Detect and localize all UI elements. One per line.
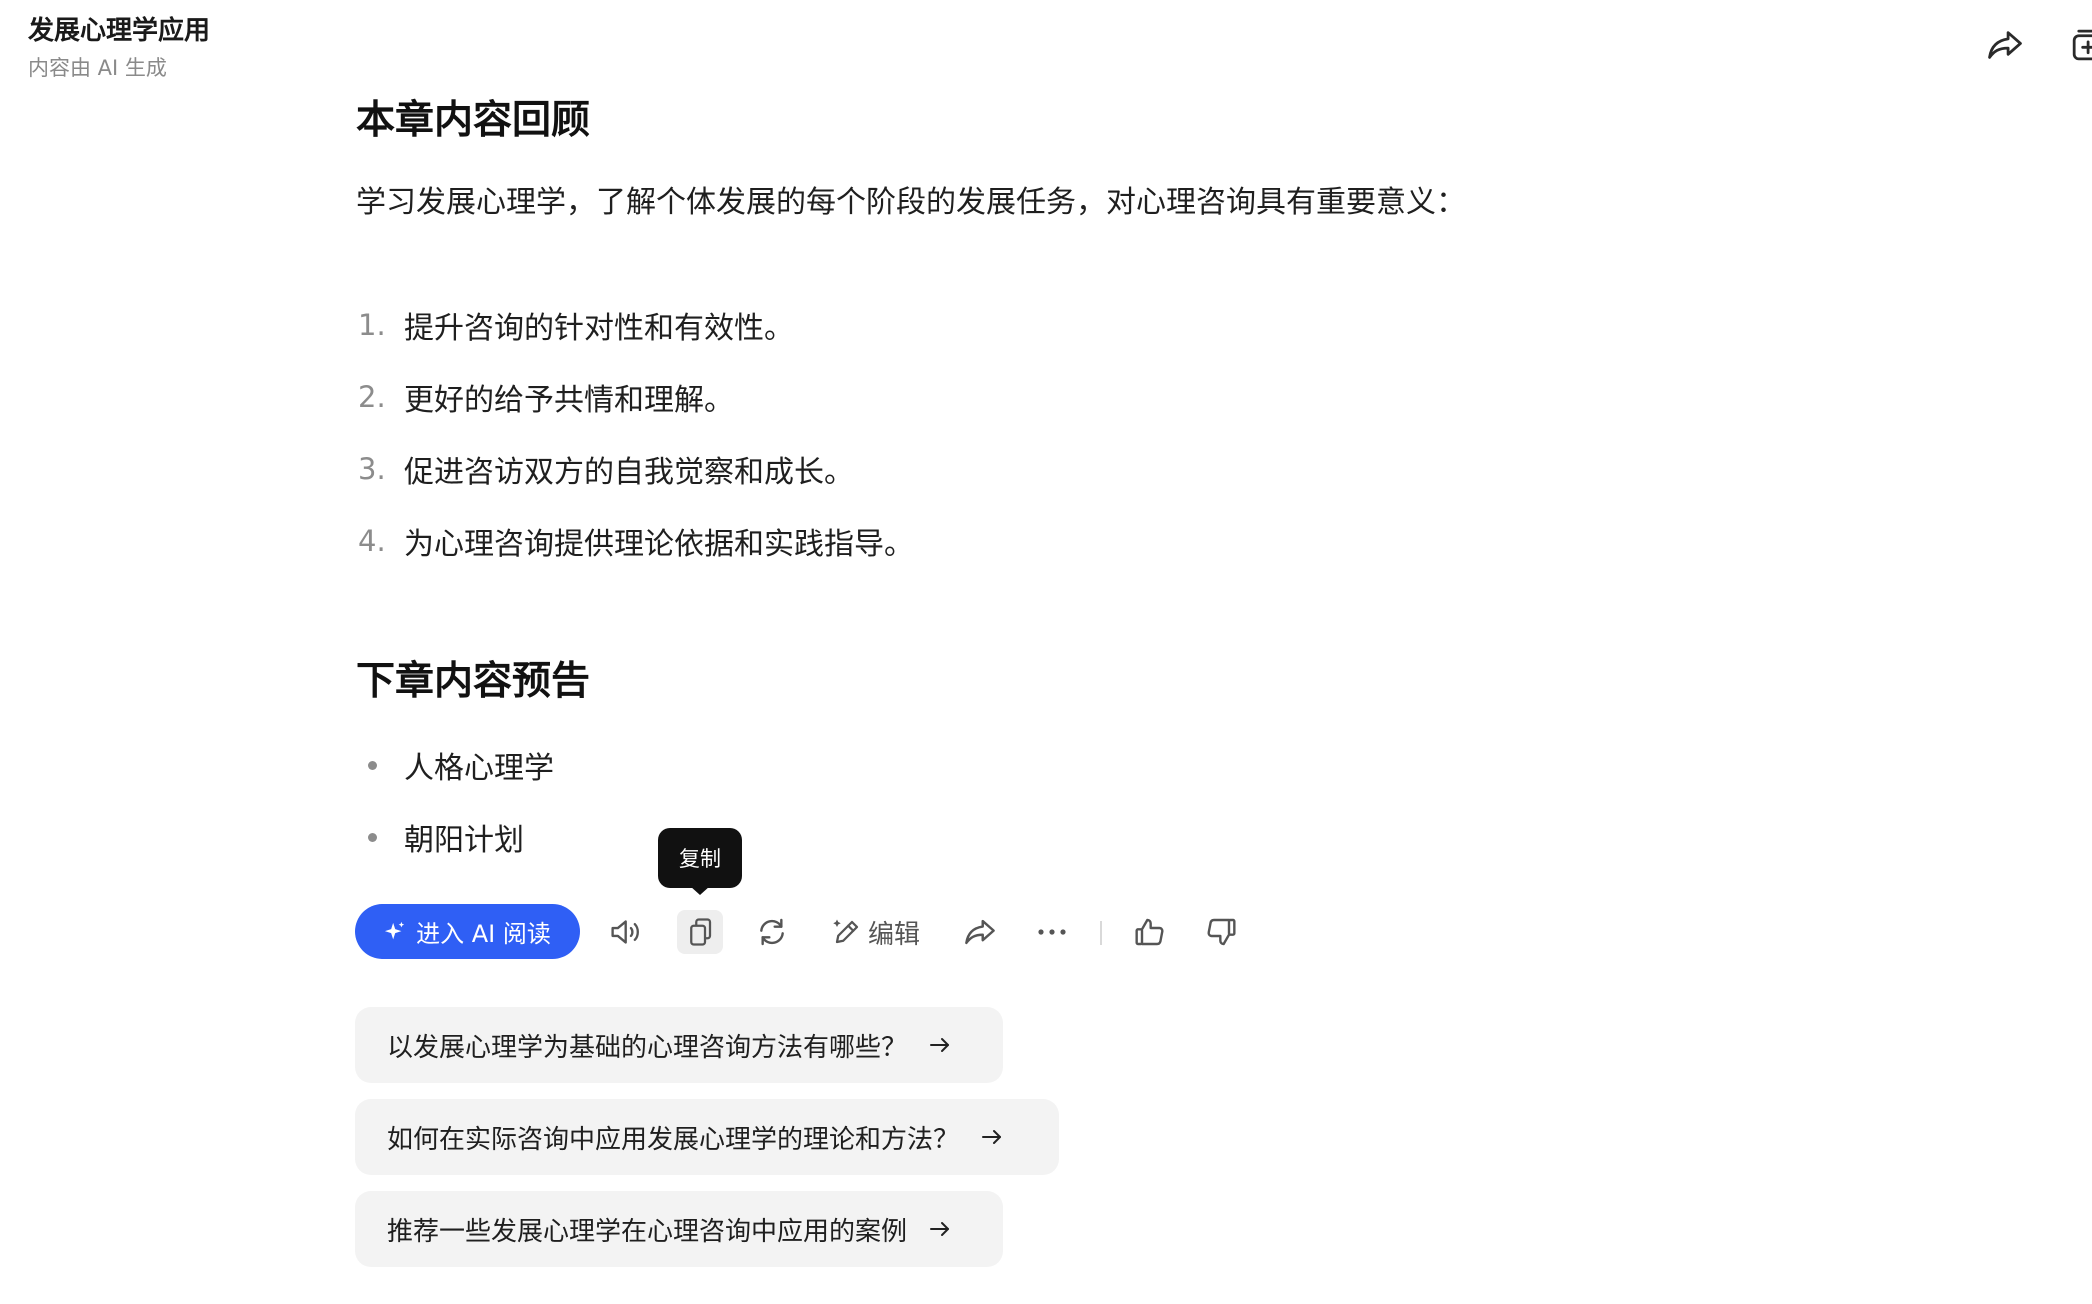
arrow-right-icon	[981, 1128, 1003, 1146]
chat-page: 发展心理学应用 内容由 AI 生成 本章内容回顾 学习发展心理学，了解个体发展的…	[0, 0, 2092, 1304]
copy-button[interactable]	[677, 910, 723, 954]
thumbs-down-icon	[1205, 916, 1237, 948]
list-number: 1.	[358, 308, 386, 342]
top-new-chat-button[interactable]	[2062, 24, 2092, 66]
suggestion-chip[interactable]: 推荐一些发展心理学在心理咨询中应用的案例	[355, 1191, 1003, 1267]
bullet-list-item: 朝阳计划	[356, 817, 524, 858]
list-number: 3.	[358, 452, 386, 486]
ordered-list-item: 3. 促进咨访双方的自我觉察和成长。	[356, 449, 854, 490]
arrow-right-icon	[929, 1036, 951, 1054]
refresh-icon	[756, 917, 788, 947]
edit-icon	[832, 917, 862, 947]
bullet-dot	[368, 832, 377, 842]
ordered-list-item: 1. 提升咨询的针对性和有效性。	[356, 305, 794, 346]
ai-generated-note: 内容由 AI 生成	[28, 56, 167, 80]
copy-icon	[687, 917, 713, 947]
list-item-text: 人格心理学	[404, 751, 554, 786]
more-icon	[1036, 927, 1068, 937]
thumbs-up-icon	[1134, 916, 1166, 948]
ai-read-label: 进入 AI 阅读	[416, 920, 551, 948]
read-aloud-button[interactable]	[604, 910, 650, 954]
suggestion-chip[interactable]: 如何在实际咨询中应用发展心理学的理论和方法？	[355, 1099, 1059, 1175]
top-share-button[interactable]	[1982, 24, 2028, 66]
suggestion-text: 如何在实际咨询中应用发展心理学的理论和方法？	[387, 1124, 960, 1155]
suggestion-chip[interactable]: 以发展心理学为基础的心理咨询方法有哪些？	[355, 1007, 1003, 1083]
share-icon	[1986, 28, 2024, 62]
conversation-title: 发展心理学应用	[28, 16, 211, 46]
copy-tooltip: 复制	[658, 828, 742, 888]
sparkle-icon	[384, 921, 406, 943]
edit-label: 编辑	[867, 919, 920, 950]
suggestion-text: 以发展心理学为基础的心理咨询方法有哪些？	[387, 1032, 908, 1063]
review-intro-text: 学习发展心理学，了解个体发展的每个阶段的发展任务，对心理咨询具有重要意义：	[356, 185, 1466, 220]
suggestion-text: 推荐一些发展心理学在心理咨询中应用的案例	[387, 1216, 908, 1247]
tooltip-arrow	[690, 886, 710, 895]
regenerate-button[interactable]	[749, 910, 795, 954]
list-item-text: 更好的给予共情和理解。	[404, 383, 734, 418]
edit-button[interactable]: 编辑	[826, 910, 926, 954]
ordered-list-item: 2. 更好的给予共情和理解。	[356, 377, 734, 418]
new-chat-icon	[2070, 28, 2092, 62]
list-item-text: 促进咨访双方的自我觉察和成长。	[404, 455, 854, 490]
bullet-dot	[368, 760, 377, 770]
ai-read-button[interactable]: 进入 AI 阅读	[355, 904, 580, 959]
list-item-text: 为心理咨询提供理论依据和实践指导。	[404, 527, 914, 562]
speaker-icon	[610, 917, 644, 947]
bullet-list-item: 人格心理学	[356, 745, 554, 786]
share-icon	[963, 917, 997, 947]
dislike-button[interactable]	[1198, 910, 1244, 954]
more-button[interactable]	[1029, 910, 1075, 954]
list-number: 2.	[358, 380, 386, 414]
like-button[interactable]	[1127, 910, 1173, 954]
arrow-right-icon	[929, 1220, 951, 1238]
section-heading-review: 本章内容回顾	[356, 98, 591, 143]
list-item-text: 朝阳计划	[404, 823, 524, 858]
share-button[interactable]	[957, 910, 1003, 954]
list-item-text: 提升咨询的针对性和有效性。	[404, 311, 794, 346]
action-divider	[1100, 921, 1102, 945]
ordered-list-item: 4. 为心理咨询提供理论依据和实践指导。	[356, 521, 914, 562]
list-number: 4.	[358, 524, 386, 558]
section-heading-preview: 下章内容预告	[356, 659, 591, 704]
